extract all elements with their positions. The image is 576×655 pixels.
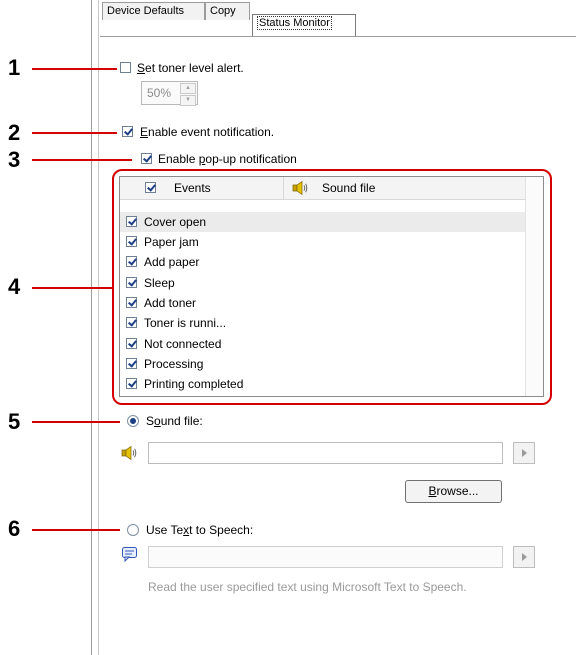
event-row-processing[interactable]: Processing	[120, 354, 525, 374]
event-checkbox[interactable]	[126, 216, 137, 227]
callout-line-2	[32, 132, 117, 134]
event-row-sleep[interactable]: Sleep	[120, 273, 525, 293]
event-label: Not connected	[144, 337, 222, 351]
tab-underline	[100, 36, 576, 37]
tab-copy[interactable]: Copy	[205, 2, 250, 20]
event-row-add-paper[interactable]: Add paper	[120, 252, 525, 272]
event-label: Processing	[144, 357, 204, 371]
toner-level-spinner[interactable]: 50% ▲ ▼	[141, 81, 198, 106]
toner-level-value: 50%	[147, 86, 172, 100]
dialog-inner-border	[98, 0, 99, 655]
event-row-add-toner[interactable]: Add toner	[120, 293, 525, 313]
event-checkbox[interactable]	[126, 338, 137, 349]
text-to-speech-hint: Read the user specified text using Micro…	[148, 580, 467, 594]
tab-status-monitor[interactable]: Status Monitor	[252, 14, 356, 36]
speaker-icon	[292, 181, 308, 195]
event-label: Sleep	[144, 276, 175, 290]
sound-file-radio[interactable]	[127, 415, 139, 427]
callout-6: 6	[8, 516, 21, 541]
event-row-toner-running-low[interactable]: Toner is runni...	[120, 313, 525, 333]
callout-1: 1	[8, 55, 21, 80]
callout-4: 4	[8, 274, 21, 299]
play-speech-button[interactable]	[513, 546, 535, 568]
toner-alert-label: Set toner level alert.	[137, 61, 244, 75]
event-list-header: Events Sound file	[120, 177, 543, 200]
callout-line-5	[32, 421, 120, 423]
callout-line-4	[32, 287, 112, 289]
play-sound-button[interactable]	[513, 442, 535, 464]
event-label: Add paper	[144, 255, 200, 269]
speaker-icon	[121, 446, 137, 460]
popup-notification-checkbox[interactable]	[141, 153, 152, 164]
speech-bubble-icon	[122, 547, 137, 562]
callout-2: 2	[8, 120, 21, 145]
text-to-speech-label: Use Text to Speech:	[146, 523, 254, 537]
sound-file-column-header[interactable]: Sound file	[322, 181, 375, 195]
event-checkbox[interactable]	[126, 256, 137, 267]
event-checkbox[interactable]	[126, 277, 137, 288]
text-to-speech-input[interactable]	[148, 546, 503, 568]
spin-up-button[interactable]: ▲	[180, 83, 196, 94]
dialog-left-border	[91, 0, 92, 655]
event-checkbox[interactable]	[126, 317, 137, 328]
event-checkbox[interactable]	[126, 378, 137, 389]
event-label: Printing completed	[144, 377, 244, 391]
browse-button[interactable]: Browse...	[405, 480, 502, 503]
sound-file-input[interactable]	[148, 442, 503, 464]
callout-line-3	[32, 159, 132, 161]
event-label: Cover open	[144, 215, 207, 229]
event-notification-checkbox[interactable]	[122, 126, 133, 137]
event-checkbox[interactable]	[126, 297, 137, 308]
popup-notification-label: Enable pop-up notification	[158, 152, 297, 166]
event-row-not-connected[interactable]: Not connected	[120, 334, 525, 354]
callout-line-6	[32, 529, 120, 531]
event-label: Toner is runni...	[144, 316, 227, 330]
callout-3: 3	[8, 147, 21, 172]
column-separator	[283, 177, 284, 199]
event-list[interactable]: Events Sound file Cover open Paper jam A…	[119, 176, 544, 397]
event-row-printing-completed[interactable]: Printing completed	[120, 374, 525, 394]
event-checkbox[interactable]	[126, 358, 137, 369]
event-row-cover-open[interactable]: Cover open	[120, 212, 525, 232]
event-notification-label: Enable event notification.	[140, 125, 275, 139]
event-checkbox[interactable]	[126, 236, 137, 247]
spin-down-button[interactable]: ▼	[180, 95, 196, 106]
text-to-speech-radio[interactable]	[127, 524, 139, 536]
events-column-header[interactable]: Events	[174, 181, 211, 195]
event-label: Add toner	[144, 296, 197, 310]
tab-status-monitor-label: Status Monitor	[257, 16, 332, 30]
event-label: Paper jam	[144, 235, 199, 249]
sound-file-label: Sound file:	[146, 414, 203, 428]
event-row-paper-jam[interactable]: Paper jam	[120, 232, 525, 252]
callout-5: 5	[8, 409, 21, 434]
event-list-scrollbar[interactable]	[525, 177, 543, 396]
toner-alert-checkbox[interactable]	[120, 62, 131, 73]
callout-line-1	[32, 68, 117, 70]
tab-device-defaults[interactable]: Device Defaults	[102, 2, 205, 20]
select-all-events-checkbox[interactable]	[145, 182, 156, 193]
